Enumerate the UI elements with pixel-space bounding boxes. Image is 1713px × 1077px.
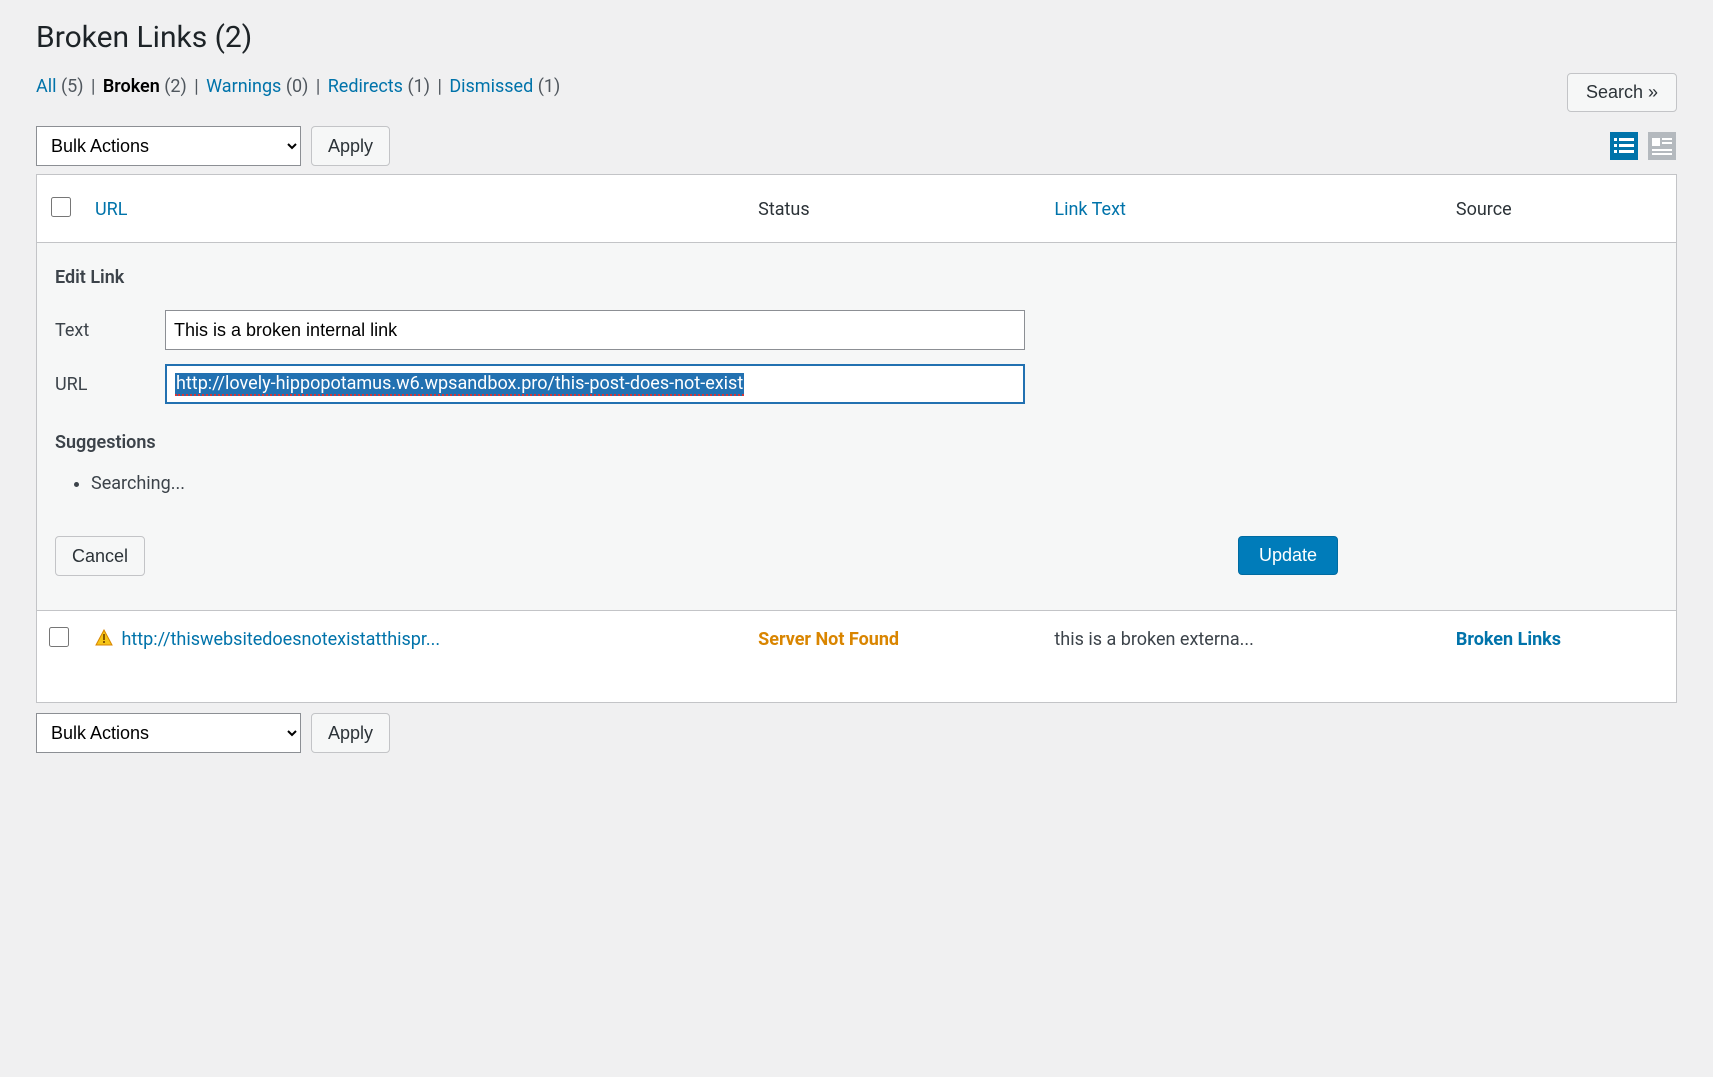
view-list-icon[interactable] xyxy=(1609,131,1639,161)
edit-text-label: Text xyxy=(55,320,165,341)
filter-broken-count: (2) xyxy=(164,76,187,97)
cancel-button[interactable]: Cancel xyxy=(55,536,145,576)
bulk-actions-select-bottom[interactable]: Bulk Actions xyxy=(36,713,301,753)
table-row: http://thiswebsitedoesnotexistatthispr..… xyxy=(37,611,1676,702)
warning-icon xyxy=(95,629,113,647)
column-url[interactable]: URL xyxy=(95,199,127,220)
row-link-text: this is a broken externa... xyxy=(1042,611,1443,702)
filter-redirects[interactable]: Redirects xyxy=(328,76,403,97)
suggestion-item: Searching... xyxy=(91,473,1658,494)
filter-redirects-count: (1) xyxy=(407,76,430,97)
apply-button-top[interactable]: Apply xyxy=(311,126,390,166)
apply-button-bottom[interactable]: Apply xyxy=(311,713,390,753)
row-source-link[interactable]: Broken Links xyxy=(1456,629,1561,650)
column-status: Status xyxy=(746,175,1042,243)
filter-dismissed-count: (1) xyxy=(538,76,561,97)
row-url-link[interactable]: http://thiswebsitedoesnotexistatthispr..… xyxy=(121,629,440,650)
edit-url-label: URL xyxy=(55,374,165,395)
select-all-checkbox[interactable] xyxy=(51,197,71,217)
edit-link-heading: Edit Link xyxy=(55,267,1658,288)
update-button[interactable]: Update xyxy=(1238,536,1338,575)
column-source: Source xyxy=(1444,175,1676,243)
column-link-text[interactable]: Link Text xyxy=(1054,199,1125,220)
row-checkbox[interactable] xyxy=(49,627,69,647)
edit-url-input[interactable]: http://lovely-hippopotamus.w6.wpsandbox.… xyxy=(165,364,1025,404)
filter-warnings-count: (0) xyxy=(286,76,309,97)
search-button[interactable]: Search » xyxy=(1567,73,1677,112)
filter-broken[interactable]: Broken xyxy=(103,76,160,97)
suggestions-heading: Suggestions xyxy=(55,432,1658,453)
page-title: Broken Links (2) xyxy=(36,20,1677,55)
filter-all-count: (5) xyxy=(61,76,84,97)
bulk-actions-select-top[interactable]: Bulk Actions xyxy=(36,126,301,166)
filter-dismissed[interactable]: Dismissed xyxy=(449,76,533,97)
view-excerpt-icon[interactable] xyxy=(1647,131,1677,161)
edit-text-input[interactable] xyxy=(165,310,1025,350)
filter-tabs: All (5) | Broken (2) | Warnings (0) | Re… xyxy=(36,73,560,102)
filter-all[interactable]: All xyxy=(36,76,57,97)
filter-warnings[interactable]: Warnings xyxy=(206,76,281,97)
row-status: Server Not Found xyxy=(758,629,899,650)
